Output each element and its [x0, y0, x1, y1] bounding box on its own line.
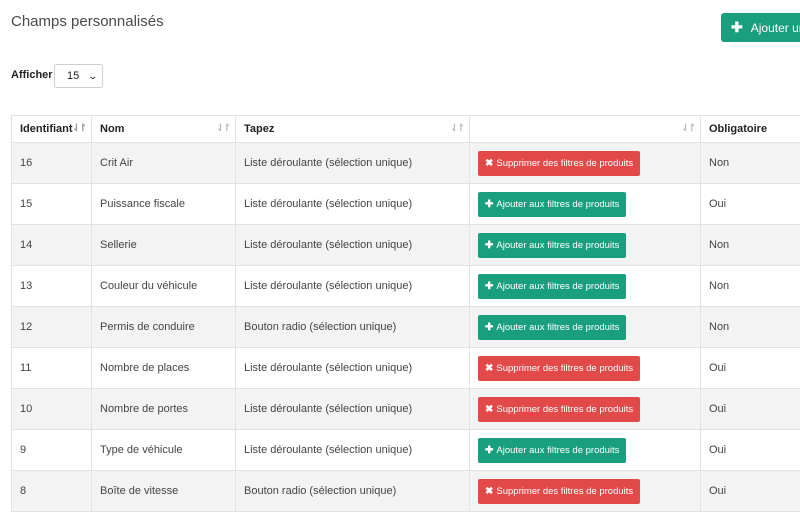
cell-id: 11 — [12, 348, 92, 389]
cell-required: Oui — [701, 430, 800, 471]
add-to-filters-button[interactable]: ✚Ajouter aux filtres de produits — [478, 233, 626, 258]
times-icon: ✖ — [485, 404, 493, 415]
column-header-obligatoire[interactable]: Obligatoire — [701, 116, 800, 143]
filter-button-label: Supprimer des filtres de produits — [496, 363, 633, 374]
page-length-select[interactable]: 15 ⌄ — [54, 64, 103, 88]
times-icon: ✖ — [485, 158, 493, 169]
remove-from-filters-button[interactable]: ✖Supprimer des filtres de produits — [478, 397, 640, 422]
page-length-label: Afficher — [11, 69, 53, 81]
page-length-value: 15 — [67, 70, 79, 82]
cell-id: 12 — [12, 307, 92, 348]
cell-id: 8 — [12, 471, 92, 512]
table-row: 8Boîte de vitesseBouton radio (sélection… — [12, 471, 800, 512]
cell-name: Crit Air — [92, 143, 236, 184]
cell-action: ✚Ajouter aux filtres de produits — [470, 225, 701, 266]
filter-button-label: Supprimer des filtres de produits — [496, 158, 633, 169]
cell-type: Liste déroulante (sélection unique) — [236, 143, 470, 184]
cell-type: Bouton radio (sélection unique) — [236, 471, 470, 512]
cell-id: 14 — [12, 225, 92, 266]
plus-icon: ✚ — [485, 199, 493, 210]
cell-type: Liste déroulante (sélection unique) — [236, 266, 470, 307]
add-field-button[interactable]: ✚ Ajouter un ch — [721, 13, 800, 42]
table-row: 13Couleur du véhiculeListe déroulante (s… — [12, 266, 800, 307]
sort-icon: ⇃↾ — [450, 123, 463, 134]
times-icon: ✖ — [485, 486, 493, 497]
cell-required: Non — [701, 266, 800, 307]
column-header-identifiant[interactable]: Identifiant ⇃↾ — [12, 116, 92, 143]
remove-from-filters-button[interactable]: ✖Supprimer des filtres de produits — [478, 151, 640, 176]
column-header-nom[interactable]: Nom ⇃↾ — [92, 116, 236, 143]
cell-action: ✖Supprimer des filtres de produits — [470, 389, 701, 430]
plus-icon: ✚ — [485, 240, 493, 251]
chevron-down-icon: ⌄ — [88, 71, 99, 82]
cell-action: ✚Ajouter aux filtres de produits — [470, 430, 701, 471]
plus-icon: ✚ — [485, 322, 493, 333]
cell-action: ✚Ajouter aux filtres de produits — [470, 307, 701, 348]
sort-icon: ⇃↾ — [72, 123, 85, 134]
cell-required: Non — [701, 225, 800, 266]
cell-action: ✖Supprimer des filtres de produits — [470, 143, 701, 184]
cell-id: 10 — [12, 389, 92, 430]
cell-name: Permis de conduire — [92, 307, 236, 348]
table-row: 10Nombre de portesListe déroulante (séle… — [12, 389, 800, 430]
table-row: 16Crit AirListe déroulante (sélection un… — [12, 143, 800, 184]
column-header-tapez[interactable]: Tapez ⇃↾ — [236, 116, 470, 143]
plus-icon: ✚ — [731, 19, 743, 36]
cell-id: 16 — [12, 143, 92, 184]
table-row: 12Permis de conduireBouton radio (sélect… — [12, 307, 800, 348]
add-to-filters-button[interactable]: ✚Ajouter aux filtres de produits — [478, 315, 626, 340]
table-row: 15Puissance fiscaleListe déroulante (sél… — [12, 184, 800, 225]
add-field-button-label: Ajouter un ch — [751, 21, 800, 35]
filter-button-label: Ajouter aux filtres de produits — [496, 322, 619, 333]
column-header-actions[interactable]: ⇃↾ — [470, 116, 701, 143]
cell-required: Oui — [701, 389, 800, 430]
cell-type: Bouton radio (sélection unique) — [236, 307, 470, 348]
plus-icon: ✚ — [485, 445, 493, 456]
filter-button-label: Ajouter aux filtres de produits — [496, 445, 619, 456]
cell-name: Boîte de vitesse — [92, 471, 236, 512]
table-row: 9Type de véhiculeListe déroulante (sélec… — [12, 430, 800, 471]
add-to-filters-button[interactable]: ✚Ajouter aux filtres de produits — [478, 438, 626, 463]
filter-button-label: Supprimer des filtres de produits — [496, 486, 633, 497]
cell-type: Liste déroulante (sélection unique) — [236, 348, 470, 389]
cell-required: Oui — [701, 184, 800, 225]
filter-button-label: Supprimer des filtres de produits — [496, 404, 633, 415]
filter-button-label: Ajouter aux filtres de produits — [496, 199, 619, 210]
cell-type: Liste déroulante (sélection unique) — [236, 430, 470, 471]
cell-required: Oui — [701, 348, 800, 389]
cell-name: Type de véhicule — [92, 430, 236, 471]
cell-type: Liste déroulante (sélection unique) — [236, 389, 470, 430]
custom-fields-table: Identifiant ⇃↾ Nom ⇃↾ Tapez ⇃↾ ⇃↾ Obliga… — [11, 115, 800, 512]
times-icon: ✖ — [485, 363, 493, 374]
cell-name: Nombre de places — [92, 348, 236, 389]
cell-id: 13 — [12, 266, 92, 307]
cell-required: Non — [701, 143, 800, 184]
table-header-row: Identifiant ⇃↾ Nom ⇃↾ Tapez ⇃↾ ⇃↾ Obliga… — [12, 116, 800, 143]
cell-required: Oui — [701, 471, 800, 512]
filter-button-label: Ajouter aux filtres de produits — [496, 240, 619, 251]
filter-button-label: Ajouter aux filtres de produits — [496, 281, 619, 292]
cell-name: Sellerie — [92, 225, 236, 266]
cell-name: Puissance fiscale — [92, 184, 236, 225]
cell-action: ✖Supprimer des filtres de produits — [470, 471, 701, 512]
cell-action: ✚Ajouter aux filtres de produits — [470, 184, 701, 225]
table-row: 14SellerieListe déroulante (sélection un… — [12, 225, 800, 266]
table-row: 11Nombre de placesListe déroulante (séle… — [12, 348, 800, 389]
cell-name: Nombre de portes — [92, 389, 236, 430]
add-to-filters-button[interactable]: ✚Ajouter aux filtres de produits — [478, 192, 626, 217]
remove-from-filters-button[interactable]: ✖Supprimer des filtres de produits — [478, 356, 640, 381]
cell-id: 15 — [12, 184, 92, 225]
add-to-filters-button[interactable]: ✚Ajouter aux filtres de produits — [478, 274, 626, 299]
cell-action: ✚Ajouter aux filtres de produits — [470, 266, 701, 307]
cell-type: Liste déroulante (sélection unique) — [236, 225, 470, 266]
cell-type: Liste déroulante (sélection unique) — [236, 184, 470, 225]
cell-id: 9 — [12, 430, 92, 471]
cell-name: Couleur du véhicule — [92, 266, 236, 307]
sort-icon: ⇃↾ — [216, 123, 229, 134]
cell-action: ✖Supprimer des filtres de produits — [470, 348, 701, 389]
page-title: Champs personnalisés — [11, 13, 164, 30]
plus-icon: ✚ — [485, 281, 493, 292]
sort-icon: ⇃↾ — [681, 123, 694, 134]
cell-required: Non — [701, 307, 800, 348]
